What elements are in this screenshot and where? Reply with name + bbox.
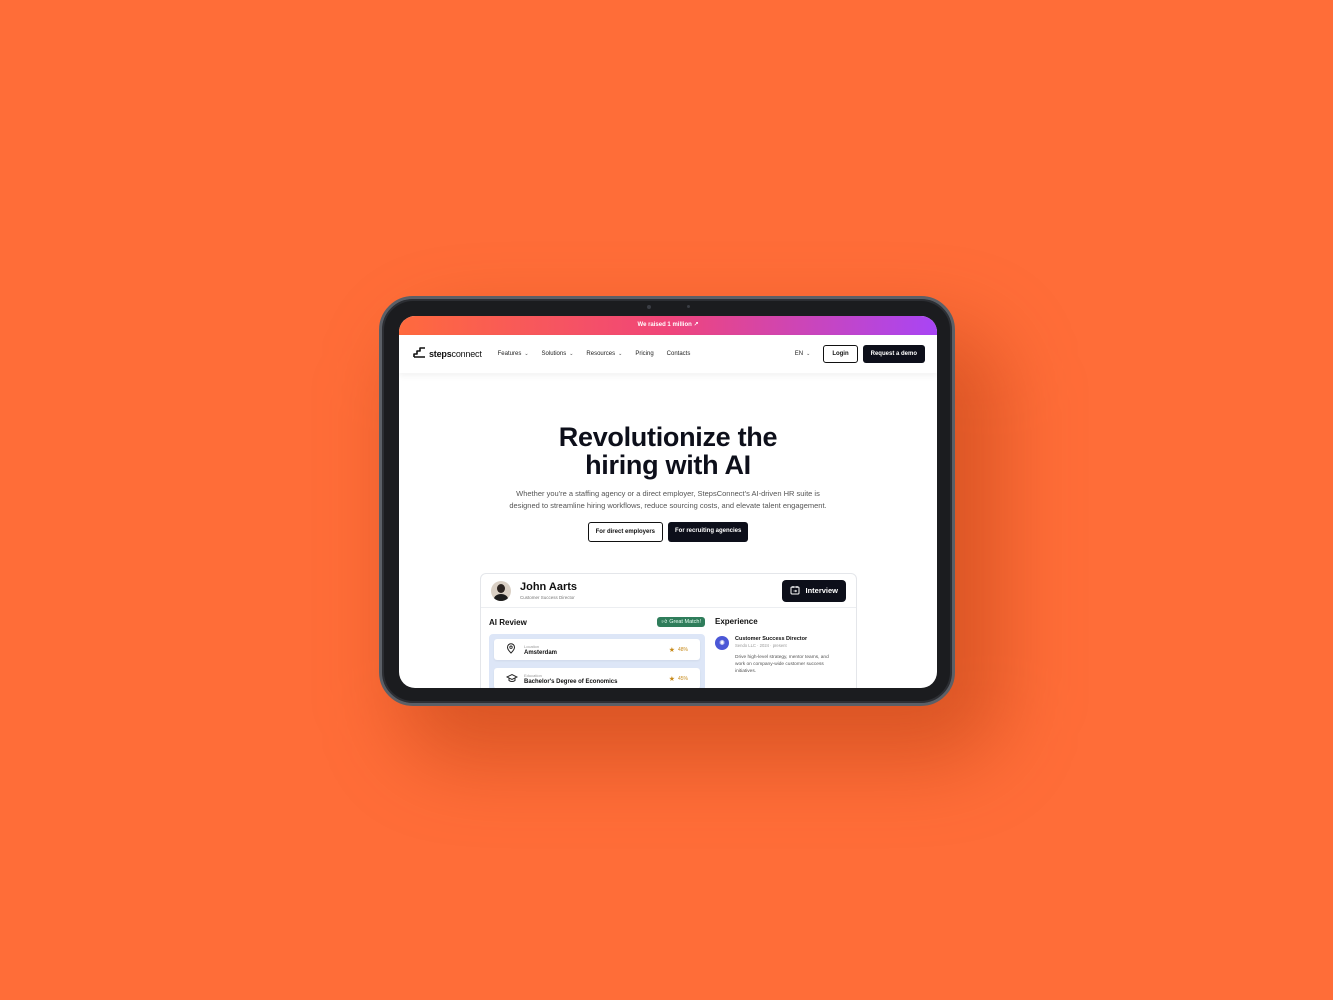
nav-item-features[interactable]: Features ⌄: [498, 351, 529, 357]
sensor-dot: [687, 305, 690, 308]
candidate-name: John Aarts: [520, 581, 578, 593]
avatar: [491, 580, 511, 601]
nav-item-pricing[interactable]: Pricing: [635, 351, 653, 357]
brand-name: stepsconnect: [429, 349, 482, 359]
announcement-bar[interactable]: We raised 1 million ↗: [399, 316, 937, 335]
nav-item-solutions[interactable]: Solutions ⌄: [542, 351, 574, 357]
list-item[interactable]: Education Bachelor's Degree of Economics…: [494, 668, 700, 688]
thumbs-up-icon: 👍︎: [661, 619, 668, 625]
map-pin-icon: [506, 641, 518, 659]
graduation-cap-icon: [505, 670, 519, 688]
tablet-device: We raised 1 million ↗ stepsconnect Featu…: [379, 296, 955, 706]
experience-section: Experience ✺ Customer Success Director S…: [715, 617, 848, 688]
stairs-logo-icon: [413, 345, 426, 363]
experience-title: Experience: [715, 617, 758, 626]
star-icon: ★: [668, 646, 675, 654]
candidate-role: Customer Success Director: [520, 595, 575, 600]
calendar-icon: [790, 585, 800, 597]
top-navbar: stepsconnect Features ⌄ Solutions ⌄ Reso…: [399, 335, 937, 373]
star-icon: ★: [668, 675, 675, 683]
ai-review-section: AI Review 👍︎ Great Match! Location Amste…: [489, 617, 705, 688]
hero-buttons: For direct employers For recruiting agen…: [399, 522, 937, 542]
direct-employers-button[interactable]: For direct employers: [587, 522, 663, 542]
hero-title: Revolutionize the hiring with AI: [558, 422, 778, 480]
nav-menu: Features ⌄ Solutions ⌄ Resources ⌄ Prici…: [498, 351, 795, 357]
match-score: ★ 45%: [668, 675, 688, 683]
tablet-screen: We raised 1 million ↗ stepsconnect Featu…: [399, 316, 937, 688]
candidate-card: John Aarts Customer Success Director Int…: [480, 573, 857, 688]
hero-section: Revolutionize the hiring with AI Whether…: [399, 373, 937, 542]
nav-item-contacts[interactable]: Contacts: [667, 351, 691, 357]
experience-item: ✺ Customer Success Director Sendo LLC · …: [715, 636, 848, 675]
request-demo-button[interactable]: Request a demo: [862, 345, 925, 363]
login-button[interactable]: Login: [823, 345, 858, 363]
chevron-down-icon: ⌄: [524, 351, 529, 357]
match-badge: 👍︎ Great Match!: [657, 617, 705, 627]
brand-logo[interactable]: stepsconnect: [413, 345, 482, 363]
nav-item-resources[interactable]: Resources ⌄: [586, 351, 622, 357]
candidate-header: John Aarts Customer Success Director Int…: [481, 574, 856, 608]
chevron-down-icon: ⌄: [806, 351, 811, 357]
nav-actions: EN ⌄ Login Request a demo: [795, 345, 925, 363]
chevron-down-icon: ⌄: [569, 351, 574, 357]
language-selector[interactable]: EN ⌄: [795, 351, 811, 357]
recruiting-agencies-button[interactable]: For recruiting agencies: [668, 522, 749, 542]
ai-review-title: AI Review: [489, 617, 527, 627]
company-logo-icon: ✺: [715, 636, 729, 650]
hero-description: Whether you're a staffing agency or a di…: [509, 489, 827, 510]
ai-review-panel: Location Amsterdam ★ 48% Education Bache…: [489, 634, 705, 688]
interview-button[interactable]: Interview: [782, 579, 846, 602]
list-item[interactable]: Location Amsterdam ★ 48%: [494, 639, 700, 660]
camera-dot: [647, 305, 651, 309]
match-score: ★ 48%: [668, 646, 688, 654]
chevron-down-icon: ⌄: [618, 351, 623, 357]
candidate-body: AI Review 👍︎ Great Match! Location Amste…: [481, 608, 856, 688]
